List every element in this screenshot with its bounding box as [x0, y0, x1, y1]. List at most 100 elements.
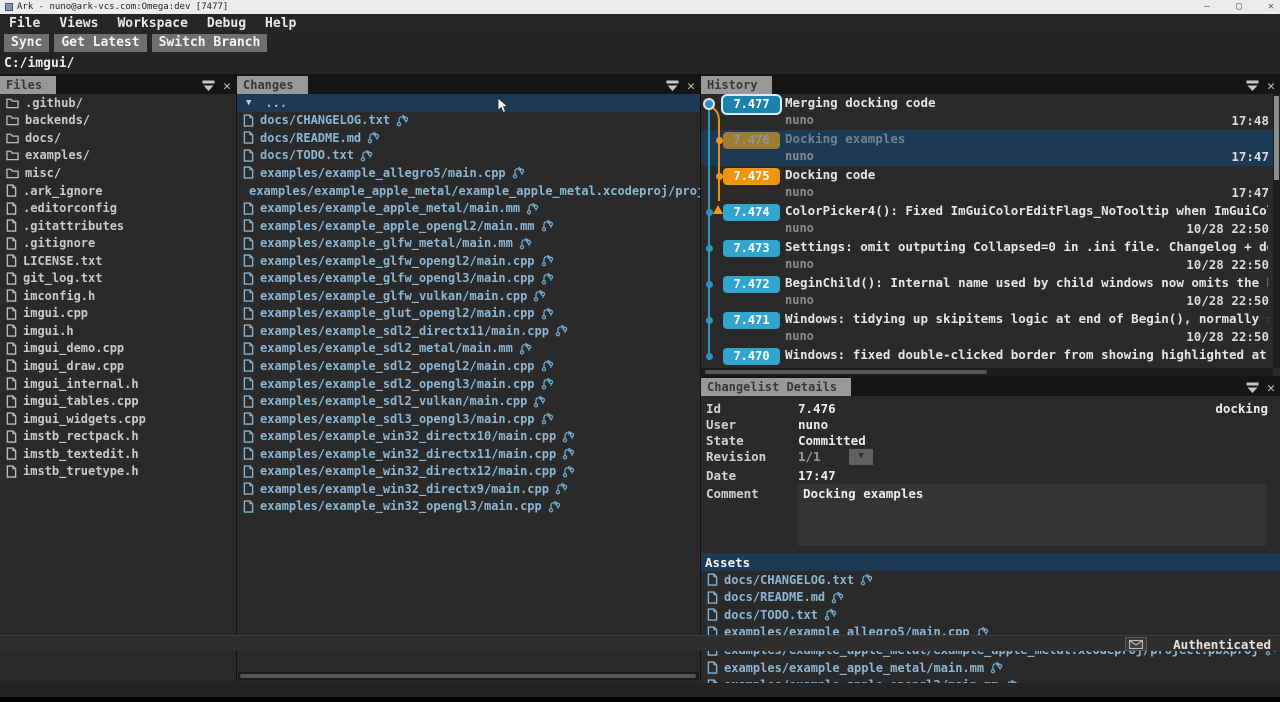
commit-row[interactable]: 7.474ColorPicker4(): Fixed ImGuiColorEdi… [701, 202, 1280, 238]
expand-triangle-icon[interactable]: ▼ [246, 98, 251, 108]
file-row[interactable]: imgui.h [0, 322, 236, 340]
history-close-icon[interactable]: ✕ [1267, 80, 1275, 93]
branch-move-icon [1005, 679, 1018, 683]
file-row[interactable]: examples/example_sdl2_opengl2/main.cpp [237, 357, 700, 375]
file-row[interactable]: examples/example_apple_opengl2/main.mm [237, 217, 700, 235]
menu-file[interactable]: File [9, 16, 40, 31]
history-vscroll-thumb[interactable] [1274, 96, 1279, 180]
history-hscrollbar[interactable] [701, 368, 1273, 376]
file-row[interactable]: examples/example_glfw_metal/main.mm [237, 234, 700, 252]
file-row[interactable]: .editorconfig [0, 199, 236, 217]
file-row[interactable]: imstb_truetype.h [0, 462, 236, 480]
changes-hscroll-thumb[interactable] [240, 674, 696, 678]
filter-icon[interactable] [1246, 382, 1259, 394]
file-row[interactable]: docs/CHANGELOG.txt [237, 112, 700, 130]
file-row[interactable]: examples/ [0, 147, 236, 165]
file-icon [243, 465, 254, 478]
menu-debug[interactable]: Debug [207, 16, 246, 31]
history-hscroll-thumb[interactable] [705, 370, 987, 374]
filter-icon[interactable] [666, 80, 679, 92]
value-revision: 1/1 [798, 449, 821, 464]
changes-root-row[interactable]: ▼ ... [237, 94, 700, 112]
file-row[interactable]: examples/example_apple_opengl2/main.mm [701, 676, 1280, 683]
tab-changelist-details[interactable]: Changelist Details [701, 378, 851, 396]
file-row[interactable]: docs/ [0, 129, 236, 147]
menu-views[interactable]: Views [59, 16, 98, 31]
comment-field[interactable]: Docking examples [798, 484, 1266, 546]
file-row[interactable]: imconfig.h [0, 287, 236, 305]
commit-row[interactable]: 7.477Merging docking codenuno17:48 [701, 94, 1280, 130]
commit-row[interactable]: 7.473Settings: omit outputing Collapsed=… [701, 238, 1280, 274]
commit-row[interactable]: 7.475Docking codenuno17:47 [701, 166, 1280, 202]
file-row[interactable]: imgui_internal.h [0, 375, 236, 393]
menu-workspace[interactable]: Workspace [117, 16, 187, 31]
file-row[interactable]: examples/example_glfw_opengl2/main.cpp [237, 252, 700, 270]
file-row[interactable]: examples/example_apple_metal/example_app… [237, 182, 700, 200]
commit-row[interactable]: 7.470Windows: fixed double-clicked borde… [701, 346, 1280, 368]
filter-icon[interactable] [1246, 80, 1259, 92]
file-row[interactable]: examples/example_sdl2_vulkan/main.cpp [237, 392, 700, 410]
changes-close-icon[interactable]: ✕ [687, 80, 695, 93]
file-row[interactable]: examples/example_sdl3_opengl3/main.cpp [237, 410, 700, 428]
file-row[interactable]: backends/ [0, 112, 236, 130]
file-row[interactable]: .gitattributes [0, 217, 236, 235]
file-row[interactable]: .gitignore [0, 234, 236, 252]
file-row[interactable]: examples/example_win32_directx12/main.cp… [237, 462, 700, 480]
switch-branch-button[interactable]: Switch Branch [152, 34, 268, 52]
file-row[interactable]: examples/example_apple_metal/main.mm [237, 199, 700, 217]
tab-history[interactable]: History [701, 76, 772, 94]
file-row[interactable]: imstb_textedit.h [0, 445, 236, 463]
file-row[interactable]: examples/example_allegro5/main.cpp [237, 164, 700, 182]
file-row[interactable]: examples/example_glut_opengl2/main.cpp [237, 305, 700, 323]
file-row[interactable]: examples/example_glfw_vulkan/main.cpp [237, 287, 700, 305]
file-row[interactable]: git_log.txt [0, 269, 236, 287]
file-icon [243, 114, 254, 127]
file-row[interactable]: docs/README.md [701, 589, 1280, 607]
file-row[interactable]: examples/example_win32_directx10/main.cp… [237, 427, 700, 445]
commit-row[interactable]: 7.472BeginChild(): Internal name used by… [701, 274, 1280, 310]
revision-dropdown[interactable]: ▼ [849, 449, 873, 465]
file-row[interactable]: .github/ [0, 94, 236, 112]
file-row[interactable]: imstb_rectpack.h [0, 427, 236, 445]
file-name: git_log.txt [23, 271, 102, 285]
menu-help[interactable]: Help [265, 16, 296, 31]
get-latest-button[interactable]: Get Latest [54, 34, 146, 52]
tab-files[interactable]: Files [0, 76, 56, 94]
file-row[interactable]: examples/example_glfw_opengl3/main.cpp [237, 269, 700, 287]
file-row[interactable]: .ark_ignore [0, 182, 236, 200]
filter-icon[interactable] [202, 80, 215, 92]
history-vscrollbar[interactable] [1273, 94, 1280, 368]
commit-row[interactable]: 7.476Docking examplesnuno17:47 [701, 130, 1280, 166]
restore-button[interactable]: ▢ [1236, 0, 1242, 14]
branch-move-icon [555, 324, 568, 337]
commit-row[interactable]: 7.471Windows: tidying up skipitems logic… [701, 310, 1280, 346]
sync-button[interactable]: Sync [4, 34, 49, 52]
file-row[interactable]: imgui.cpp [0, 305, 236, 323]
file-row[interactable]: docs/README.md [237, 129, 700, 147]
file-row[interactable]: imgui_widgets.cpp [0, 410, 236, 428]
file-row[interactable]: docs/CHANGELOG.txt [701, 571, 1280, 589]
file-row[interactable]: imgui_demo.cpp [0, 340, 236, 358]
file-row[interactable]: examples/example_apple_metal/main.mm [701, 659, 1280, 677]
file-row[interactable]: examples/example_win32_directx9/main.cpp [237, 480, 700, 498]
files-close-icon[interactable]: ✕ [223, 80, 231, 93]
file-row[interactable]: docs/TODO.txt [701, 606, 1280, 624]
file-row[interactable]: examples/example_sdl2_opengl3/main.cpp [237, 375, 700, 393]
file-row[interactable]: LICENSE.txt [0, 252, 236, 270]
file-icon [243, 324, 254, 337]
branch-move-icon [533, 289, 546, 302]
minimize-button[interactable]: – [1204, 0, 1210, 14]
file-row[interactable]: imgui_draw.cpp [0, 357, 236, 375]
file-row[interactable]: examples/example_win32_opengl3/main.cpp [237, 498, 700, 516]
file-row[interactable]: imgui_tables.cpp [0, 392, 236, 410]
mail-indicator[interactable] [1125, 637, 1147, 651]
file-row[interactable]: examples/example_sdl2_metal/main.mm [237, 340, 700, 358]
tab-changes[interactable]: Changes [237, 76, 308, 94]
file-row[interactable]: examples/example_sdl2_directx11/main.cpp [237, 322, 700, 340]
file-row[interactable]: misc/ [0, 164, 236, 182]
file-row[interactable]: docs/TODO.txt [237, 147, 700, 165]
changes-hscrollbar[interactable] [238, 672, 699, 680]
file-row[interactable]: examples/example_win32_directx11/main.cp… [237, 445, 700, 463]
details-close-icon[interactable]: ✕ [1267, 382, 1275, 395]
close-button[interactable]: ✕ [1268, 0, 1274, 14]
